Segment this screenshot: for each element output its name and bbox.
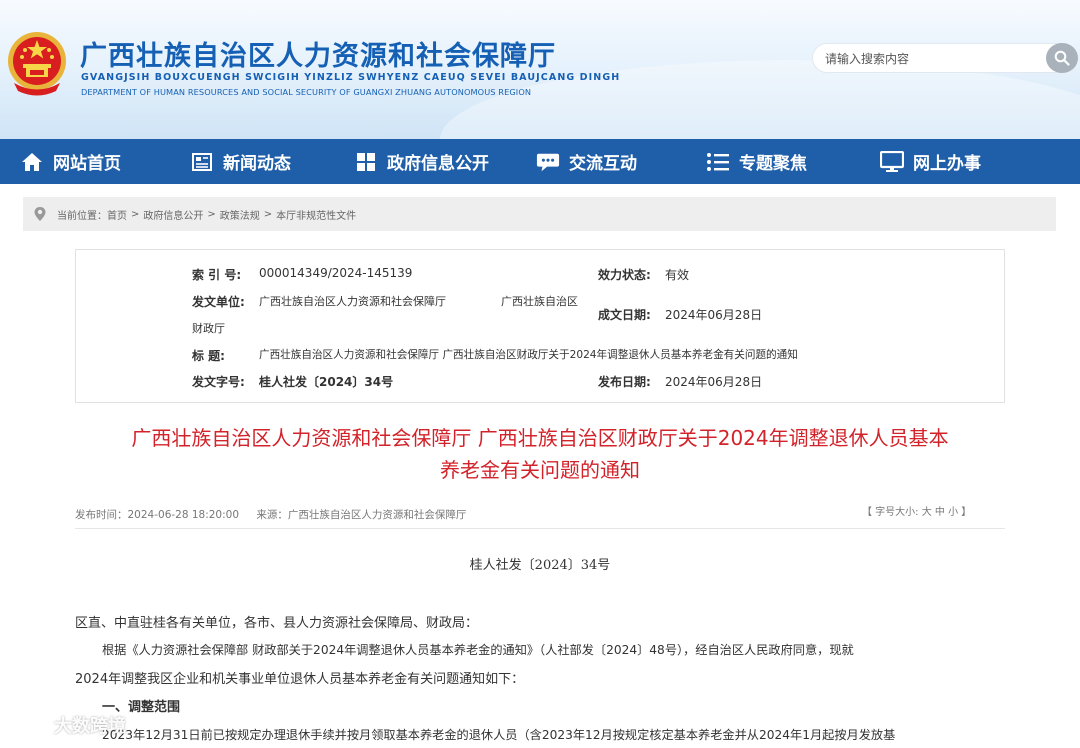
nav-item-news[interactable]: 新闻动态 [190, 139, 291, 184]
validity-status-label: 效力状态: [598, 268, 651, 282]
breadcrumb-link-gov-info[interactable]: 政府信息公开 [143, 207, 203, 222]
created-date-value: 2024年06月28日 [665, 308, 763, 322]
site-title-english: DEPARTMENT OF HUMAN RESOURCES AND SOCIAL… [81, 87, 532, 97]
nav-item-topics[interactable]: 专题聚焦 [706, 139, 807, 184]
breadcrumb-separator: > [207, 208, 216, 220]
nav-label: 交流互动 [569, 154, 637, 174]
article-paragraph: 2024年调整我区企业和机关事业单位退休人员基本养老金有关问题通知如下： [75, 672, 525, 687]
national-emblem-icon [8, 32, 66, 96]
article-addressee: 区直、中直驻桂各有关单位，各市、县人力资源社会保障局、财政局： [75, 616, 479, 631]
site-title-zhuang: GVANGJSIH BOUXCUENGH SWCIGIH YINZLIZ SWH… [81, 72, 621, 83]
index-number-label: 索 引 号: [192, 268, 242, 282]
article-doc-number: 桂人社发〔2024〕34号 [469, 558, 611, 573]
nav-item-home[interactable]: 网站首页 [20, 139, 121, 184]
list-icon [706, 150, 730, 174]
nav-label: 网上办事 [913, 154, 981, 174]
divider [75, 528, 1005, 529]
nav-item-online-services[interactable]: 网上办事 [880, 139, 981, 184]
doc-title-value: 广西壮族自治区人力资源和社会保障厅 广西壮族自治区财政厅关于2024年调整退休人… [259, 349, 798, 361]
nav-label: 新闻动态 [223, 154, 291, 174]
breadcrumb-separator: > [263, 208, 273, 220]
publish-time: 发布时间：2024-06-28 18:20:00 [75, 509, 240, 521]
document-info-box: 索 引 号: 000014349/2024-145139 效力状态: 有效 发文… [75, 249, 1005, 403]
issuer-value-3: 财政厅 [192, 322, 225, 335]
watermark-logo-icon [6, 715, 49, 735]
search-input[interactable] [825, 50, 1045, 68]
breadcrumb: 当前位置： 首页 > 政府信息公开 > 政策法规 > 本厅非规范性文件 [23, 197, 1056, 231]
doc-number-label: 发文字号: [192, 375, 245, 389]
created-date-label: 成文日期: [598, 308, 651, 322]
search-button[interactable] [1046, 43, 1078, 73]
nav-item-gov-info[interactable]: 政府信息公开 [354, 139, 489, 184]
publish-date-value: 2024年06月28日 [665, 375, 763, 389]
main-nav: 网站首页 新闻动态 政府信息公开 交流互动 专题聚焦 网上办事 [0, 139, 1080, 184]
breadcrumb-link-documents[interactable]: 本厅非规范性文件 [276, 207, 356, 222]
breadcrumb-link-home[interactable]: 首页 [107, 207, 127, 222]
location-pin-icon [34, 207, 46, 221]
article-title: 广西壮族自治区人力资源和社会保障厅 广西壮族自治区财政厅关于2024年调整退休人… [60, 422, 1020, 486]
font-size-control[interactable]: 【 字号大小: 大 中 小 】 [862, 503, 971, 518]
nav-item-interaction[interactable]: 交流互动 [536, 139, 637, 184]
article-title-line: 广西壮族自治区人力资源和社会保障厅 广西壮族自治区财政厅关于2024年调整退休人… [131, 426, 949, 450]
article-source: 来源：广西壮族自治区人力资源和社会保障厅 [256, 509, 467, 521]
issuer-value-2: 广西壮族自治区 [501, 295, 578, 308]
nav-label: 网站首页 [53, 154, 121, 174]
doc-title-label: 标 题: [192, 349, 225, 363]
monitor-icon [880, 150, 904, 174]
search-icon [1054, 50, 1070, 66]
article-meta: 发布时间：2024-06-28 18:20:00 来源：广西壮族自治区人力资源和… [75, 507, 466, 522]
doc-number-value: 桂人社发〔2024〕34号 [259, 375, 394, 389]
chat-icon [536, 150, 560, 174]
article-paragraph: 根据《人力资源社会保障部 财政部关于2024年调整退休人员基本养老金的通知》（人… [102, 643, 854, 657]
home-icon [20, 150, 44, 174]
watermark: 大数跨境 [6, 712, 126, 738]
watermark-text: 大数跨境 [54, 716, 126, 737]
search-box [812, 43, 1078, 73]
article-title-line: 养老金有关问题的通知 [440, 458, 640, 482]
issuer-label: 发文单位: [192, 295, 245, 309]
grid-icon [354, 150, 378, 174]
nav-label: 政府信息公开 [387, 154, 489, 174]
news-icon [190, 150, 214, 174]
publish-date-label: 发布日期: [598, 375, 651, 389]
issuer-value: 广西壮族自治区人力资源和社会保障厅 [259, 295, 446, 308]
site-header: 广西壮族自治区人力资源和社会保障厅 GVANGJSIH BOUXCUENGH S… [0, 0, 1080, 139]
breadcrumb-separator: > [131, 208, 140, 220]
site-title: 广西壮族自治区人力资源和社会保障厅 [80, 41, 556, 72]
breadcrumb-prefix: 当前位置： [57, 210, 107, 222]
validity-status-value: 有效 [665, 268, 690, 282]
breadcrumb-link-policies[interactable]: 政策法规 [220, 207, 260, 222]
article-paragraph: 2023年12月31日前已按规定办理退休手续并按月领取基本养老金的退休人员（含2… [102, 728, 896, 742]
nav-label: 专题聚焦 [739, 154, 807, 174]
index-number-value: 000014349/2024-145139 [259, 266, 413, 280]
